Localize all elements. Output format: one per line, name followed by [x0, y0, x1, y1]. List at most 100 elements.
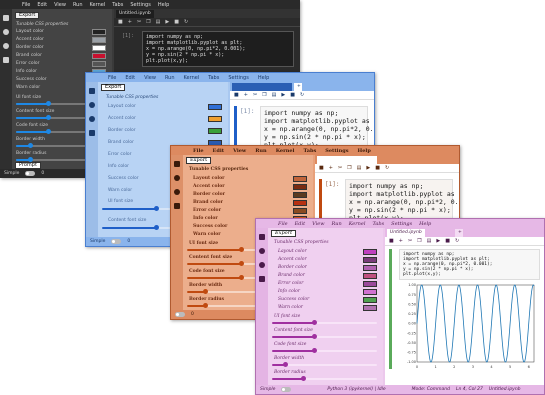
notebook-tab[interactable]: Untitled.ipynb [116, 10, 154, 18]
tabs-icon[interactable] [89, 130, 95, 136]
content-font-size-slider[interactable] [272, 334, 377, 340]
stop-icon[interactable]: ■ [375, 165, 380, 171]
slider-knob[interactable] [45, 115, 51, 120]
color-swatch[interactable] [208, 128, 222, 134]
color-swatch[interactable] [363, 265, 377, 271]
menu-kernel[interactable]: Kernel [184, 75, 200, 81]
paste-icon[interactable]: ▤ [427, 238, 432, 244]
color-swatch[interactable] [293, 208, 307, 214]
menu-file[interactable]: File [193, 148, 204, 154]
menu-run[interactable]: Run [331, 221, 341, 227]
color-swatch[interactable] [208, 104, 222, 110]
stop-icon[interactable]: ■ [174, 19, 179, 25]
export-button[interactable]: Export [271, 230, 297, 237]
menu-help[interactable]: Help [258, 75, 269, 81]
export-button[interactable]: Export [101, 84, 126, 91]
add-tab-button[interactable]: + [455, 229, 463, 237]
slider-knob[interactable] [311, 334, 317, 339]
slider-knob[interactable] [311, 320, 317, 325]
menu-tabs[interactable]: Tabs [112, 2, 123, 8]
color-swatch[interactable] [92, 53, 106, 59]
menu-help[interactable]: Help [158, 2, 169, 8]
export-button[interactable]: Export [186, 157, 212, 164]
save-icon[interactable]: ■ [118, 19, 123, 25]
menu-kernel[interactable]: Kernel [276, 148, 295, 154]
menu-tabs[interactable]: Tabs [303, 148, 316, 154]
run-icon[interactable]: ▶ [436, 238, 440, 244]
menu-file[interactable]: File [278, 221, 288, 227]
simple-mode-toggle[interactable] [281, 387, 292, 392]
slider-knob[interactable] [27, 143, 33, 148]
circle-stop-icon[interactable] [259, 248, 265, 254]
save-icon[interactable]: ■ [389, 238, 394, 244]
cut-icon[interactable]: ✂ [338, 165, 342, 171]
menu-tabs[interactable]: Tabs [208, 75, 219, 81]
cell-code[interactable]: import numpy as np; import matplotlib.py… [142, 31, 294, 67]
menu-view[interactable]: View [312, 221, 324, 227]
circle-stop-icon[interactable] [3, 29, 9, 35]
slider-knob[interactable] [311, 348, 317, 353]
restart-icon[interactable]: ↻ [455, 238, 459, 244]
add-tab-button[interactable]: + [294, 83, 302, 91]
color-swatch[interactable] [293, 184, 307, 190]
palette-icon[interactable] [89, 116, 95, 122]
menu-file[interactable]: File [22, 2, 30, 8]
color-swatch[interactable] [208, 116, 222, 122]
color-swatch[interactable] [92, 29, 106, 35]
border-radius-slider[interactable] [272, 376, 377, 382]
menu-help[interactable]: Help [419, 221, 431, 227]
color-swatch[interactable] [293, 192, 307, 198]
border-width-slider[interactable] [272, 362, 377, 368]
paste-icon[interactable]: ▤ [156, 19, 161, 25]
add-icon[interactable]: + [329, 165, 333, 171]
restart-icon[interactable]: ↻ [385, 165, 389, 171]
save-icon[interactable]: ■ [234, 92, 239, 98]
paste-icon[interactable]: ▤ [357, 165, 362, 171]
cut-icon[interactable]: ✂ [137, 19, 141, 25]
menu-view[interactable]: View [144, 75, 156, 81]
color-swatch[interactable] [92, 37, 106, 43]
slider-knob[interactable] [301, 376, 307, 381]
notebook-tab[interactable] [317, 156, 377, 164]
notebook-tab[interactable] [232, 83, 292, 91]
tabs-icon[interactable] [174, 203, 180, 209]
color-swatch[interactable] [363, 297, 377, 303]
export-button[interactable]: Export [15, 12, 40, 19]
slider-knob[interactable] [45, 101, 51, 106]
simple-mode-toggle[interactable] [111, 239, 122, 244]
paste-icon[interactable]: ▤ [272, 92, 277, 98]
color-swatch[interactable] [92, 61, 106, 67]
simple-mode-toggle[interactable] [25, 171, 36, 176]
run-icon[interactable]: ▶ [165, 19, 169, 25]
color-swatch[interactable] [92, 45, 106, 51]
restart-icon[interactable]: ↻ [300, 92, 304, 98]
circle-stop-icon[interactable] [174, 175, 180, 181]
cell-code[interactable]: import numpy as np; import matplotlib.py… [399, 249, 540, 280]
menu-file[interactable]: File [108, 75, 116, 81]
cut-icon[interactable]: ✂ [408, 238, 412, 244]
prompt-field[interactable]: Prompt [15, 162, 41, 169]
copy-icon[interactable]: ❐ [417, 238, 421, 244]
notebook-tab[interactable]: Untitled.ipynb [387, 229, 425, 237]
cut-icon[interactable]: ✂ [253, 92, 257, 98]
folder-icon[interactable] [89, 88, 95, 94]
ui-font-size-slider[interactable] [272, 320, 377, 326]
menu-run[interactable]: Run [255, 148, 266, 154]
color-swatch[interactable] [363, 257, 377, 263]
stop-icon[interactable]: ■ [445, 238, 450, 244]
slider-knob[interactable] [153, 225, 159, 230]
menu-view[interactable]: View [54, 2, 66, 8]
menu-edit[interactable]: Edit [295, 221, 305, 227]
color-swatch[interactable] [363, 305, 377, 311]
copy-icon[interactable]: ❐ [146, 19, 150, 25]
color-swatch[interactable] [293, 176, 307, 182]
menu-view[interactable]: View [233, 148, 246, 154]
run-icon[interactable]: ▶ [281, 92, 285, 98]
color-swatch[interactable] [363, 281, 377, 287]
menu-settings[interactable]: Settings [228, 75, 249, 81]
menu-edit[interactable]: Edit [125, 75, 135, 81]
palette-icon[interactable] [259, 262, 265, 268]
menu-kernel[interactable]: Kernel [349, 221, 366, 227]
menu-run[interactable]: Run [73, 2, 83, 8]
menu-tabs[interactable]: Tabs [372, 221, 384, 227]
